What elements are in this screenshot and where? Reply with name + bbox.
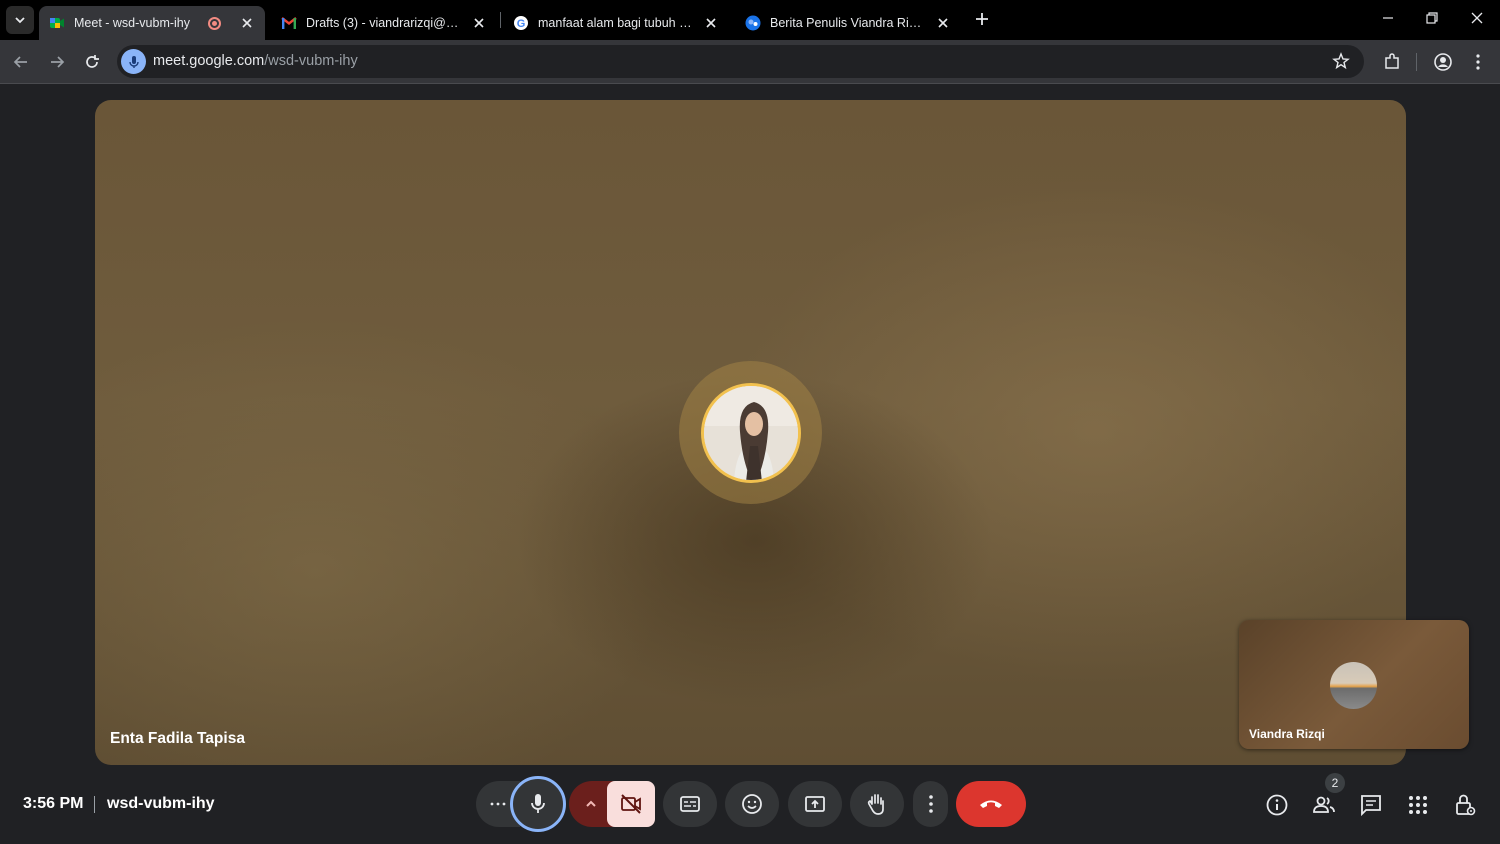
chat-icon[interactable]	[1359, 793, 1383, 817]
close-icon[interactable]	[471, 15, 487, 31]
tab-meet[interactable]: Meet - wsd-vubm-ihy	[39, 6, 265, 40]
url-path: /wsd-vubm-ihy	[264, 53, 358, 69]
kebab-menu-icon[interactable]	[1468, 52, 1488, 72]
recording-icon	[208, 16, 221, 30]
forward-icon[interactable]	[47, 52, 67, 72]
raise-hand-icon	[867, 794, 884, 815]
more-dots-icon	[490, 802, 506, 806]
google-favicon: G	[513, 15, 529, 31]
tab-google-search[interactable]: G manfaat alam bagi tubuh - Google	[503, 6, 729, 40]
camera-off-icon	[621, 794, 641, 814]
tab-strip: Meet - wsd-vubm-ihy Drafts (3) - viandra…	[0, 0, 1500, 40]
chevron-up-icon	[586, 800, 596, 807]
reactions-button[interactable]	[725, 781, 779, 827]
tab-title: manfaat alam bagi tubuh - Google	[538, 16, 695, 30]
mic-indicator[interactable]	[121, 49, 146, 74]
close-icon[interactable]	[935, 15, 951, 31]
tab-search-button[interactable]	[6, 6, 34, 34]
url-text[interactable]: meet.google.com/wsd-vubm-ihy	[153, 53, 358, 69]
meeting-clock: 3:56 PM	[23, 795, 84, 812]
info-divider	[94, 796, 95, 813]
profile-icon[interactable]	[1433, 52, 1453, 72]
gmail-favicon	[281, 15, 297, 31]
tab-title: Drafts (3) - viandrarizqi@gmail.com	[306, 16, 463, 30]
mic-icon	[531, 794, 545, 813]
host-controls-icon[interactable]	[1453, 793, 1477, 817]
tab-search-icon	[15, 17, 25, 24]
captions-icon	[680, 796, 700, 812]
new-tab-icon[interactable]	[972, 9, 992, 29]
avatar	[700, 382, 801, 483]
more-options-icon	[928, 795, 933, 813]
tab-news[interactable]: Berita Penulis Viandra Rizqi Terbaru	[735, 6, 961, 40]
meeting-code: wsd-vubm-ihy	[107, 795, 215, 812]
star-icon[interactable]	[1332, 52, 1350, 70]
back-icon[interactable]	[11, 52, 31, 72]
tab-title: Berita Penulis Viandra Rizqi Terbaru	[770, 16, 927, 30]
browser-toolbar: meet.google.com/wsd-vubm-ihy	[0, 40, 1500, 84]
minimize-icon[interactable]	[1378, 8, 1398, 28]
microphone-button[interactable]	[510, 776, 566, 832]
more-options-button[interactable]	[913, 781, 948, 827]
info-icon[interactable]	[1265, 793, 1289, 817]
svg-text:G: G	[517, 18, 526, 30]
camera-toggle-button[interactable]	[607, 781, 655, 827]
extensions-icon[interactable]	[1382, 52, 1402, 72]
participant-name: Enta Fadila Tapisa	[110, 730, 245, 747]
present-screen-button[interactable]	[788, 781, 842, 827]
toolbar-divider	[1416, 53, 1417, 71]
self-view-tile[interactable]: Viandra Rizqi	[1239, 620, 1469, 749]
close-icon[interactable]	[703, 15, 719, 31]
people-icon[interactable]	[1312, 793, 1336, 817]
news-favicon	[745, 15, 761, 31]
leave-call-button[interactable]	[956, 781, 1026, 827]
window-close-icon[interactable]	[1467, 8, 1487, 28]
captions-button[interactable]	[663, 781, 717, 827]
close-icon[interactable]	[239, 15, 255, 31]
meet-favicon	[49, 15, 65, 31]
speaking-ring	[679, 361, 822, 504]
address-bar[interactable]: meet.google.com/wsd-vubm-ihy	[117, 45, 1364, 78]
self-name: Viandra Rizqi	[1249, 727, 1325, 741]
avatar	[1330, 662, 1377, 709]
present-icon	[805, 796, 825, 812]
tab-title: Meet - wsd-vubm-ihy	[74, 16, 190, 30]
mic-icon	[128, 55, 139, 68]
main-participant-tile: Enta Fadila Tapisa	[95, 100, 1406, 765]
apps-icon[interactable]	[1406, 793, 1430, 817]
reload-icon[interactable]	[82, 52, 102, 72]
raise-hand-button[interactable]	[850, 781, 904, 827]
hang-up-icon	[980, 800, 1002, 808]
url-host: meet.google.com	[153, 53, 265, 69]
emoji-icon	[742, 794, 762, 814]
restore-icon[interactable]	[1422, 8, 1442, 28]
people-count-badge: 2	[1325, 773, 1345, 793]
tab-gmail[interactable]: Drafts (3) - viandrarizqi@gmail.com	[271, 6, 497, 40]
meeting-controls-bar: 3:56 PM wsd-vubm-ihy 2	[0, 770, 1500, 844]
tab-separator	[500, 12, 501, 28]
